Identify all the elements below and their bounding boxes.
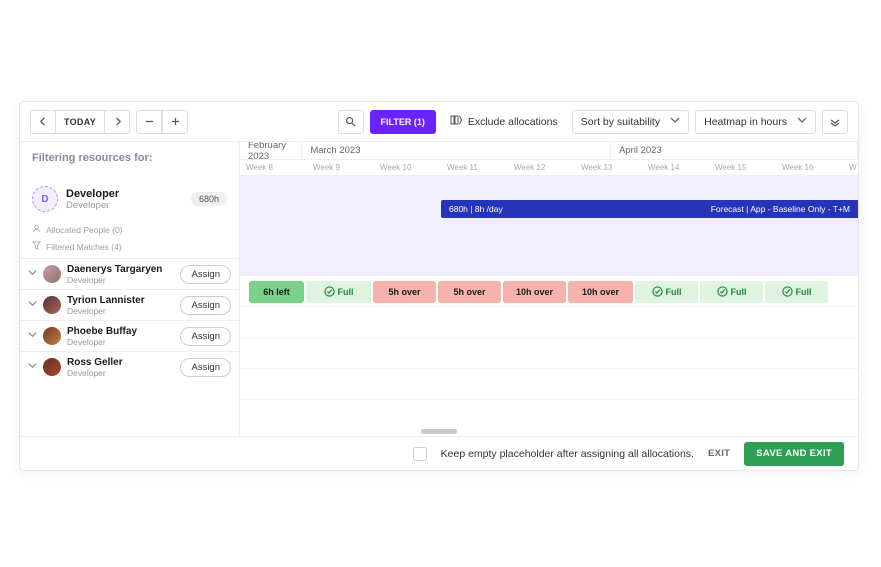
resource-row: Daenerys Targaryen Developer Assign — [20, 258, 239, 289]
search-button[interactable] — [338, 110, 364, 134]
expand-icon[interactable] — [28, 361, 37, 373]
expand-icon[interactable] — [28, 330, 37, 342]
check-circle-icon — [324, 286, 338, 299]
zoom-nav — [136, 110, 188, 134]
resource-name: Daenerys Targaryen — [67, 264, 162, 275]
resource-row: Ross Geller Developer Assign — [20, 351, 239, 382]
expand-icon[interactable] — [28, 268, 37, 280]
week-header: Week 14 — [642, 160, 709, 175]
avatar — [43, 265, 61, 283]
filtered-matches-row[interactable]: Filtered Matches (4) — [20, 241, 239, 258]
week-header: Week 8 — [240, 160, 307, 175]
chevron-down-icon — [797, 115, 807, 128]
date-nav: TODAY — [30, 110, 130, 134]
zoom-in-button[interactable] — [162, 110, 188, 134]
heatmap-cell[interactable]: Full — [635, 281, 698, 303]
keep-placeholder-label: Keep empty placeholder after assigning a… — [441, 448, 694, 460]
expand-button[interactable] — [822, 110, 848, 134]
scroll-handle[interactable] — [421, 429, 457, 434]
assign-button[interactable]: Assign — [180, 265, 231, 284]
sort-select[interactable]: Sort by suitability — [572, 110, 689, 134]
month-header: March 2023 — [302, 142, 611, 159]
people-icon — [32, 224, 41, 235]
resource-name: Ross Geller — [67, 357, 123, 368]
role-card: D Developer Developer 680h — [20, 174, 239, 224]
role-lane: 680h | 8h /day Forecast | App - Baseline… — [240, 176, 858, 276]
zoom-out-button[interactable] — [136, 110, 162, 134]
resource-role: Developer — [67, 275, 162, 285]
week-header: Week 11 — [441, 160, 508, 175]
avatar — [43, 327, 61, 345]
role-name: Developer — [66, 188, 119, 200]
assign-button[interactable]: Assign — [180, 358, 231, 377]
columns-icon — [450, 114, 462, 129]
avatar — [43, 296, 61, 314]
exclude-label: Exclude allocations — [468, 116, 558, 128]
toolbar: TODAY FILTER (1) Exclude allocations Sor… — [20, 102, 858, 142]
role-hours-badge: 680h — [191, 192, 227, 206]
resource-role: Developer — [67, 306, 145, 316]
allocation-right-label: Forecast | App - Baseline Only - T+M — [711, 204, 850, 214]
keep-placeholder-checkbox[interactable] — [413, 447, 427, 461]
month-header: February 2023 — [240, 142, 302, 159]
resource-name: Phoebe Buffay — [67, 326, 137, 337]
heatmap-cell[interactable]: 6h left — [249, 281, 304, 303]
resource-lane: 5h left5h left30h left30h left15h left15… — [240, 338, 858, 369]
sort-label: Sort by suitability — [581, 116, 660, 128]
avatar — [43, 358, 61, 376]
check-circle-icon — [652, 286, 666, 299]
week-header: Week 10 — [374, 160, 441, 175]
resource-row: Phoebe Buffay Developer Assign — [20, 320, 239, 351]
resource-role: Developer — [67, 337, 137, 347]
chevron-down-icon — [670, 115, 680, 128]
resource-lane: 6h leftFull5h over5h over10h over10h ove… — [240, 369, 858, 400]
week-header: Week 13 — [575, 160, 642, 175]
heatmap-cell[interactable]: Full — [700, 281, 763, 303]
week-header: Week 16 — [776, 160, 843, 175]
week-header: Week 12 — [508, 160, 575, 175]
filter-icon — [32, 241, 41, 252]
sidebar-title: Filtering resources for: — [20, 142, 239, 174]
assign-button[interactable]: Assign — [180, 327, 231, 346]
next-button[interactable] — [104, 110, 130, 134]
allocation-bar[interactable]: 680h | 8h /day Forecast | App - Baseline… — [441, 200, 858, 218]
timeline-grid[interactable]: February 2023March 2023April 2023 Week 8… — [240, 142, 858, 436]
week-header: Week 15 — [709, 160, 776, 175]
footer: Keep empty placeholder after assigning a… — [20, 436, 858, 470]
role-avatar: D — [32, 186, 58, 212]
allocated-people-row[interactable]: Allocated People (0) — [20, 224, 239, 241]
heatmap-select[interactable]: Heatmap in hours — [695, 110, 816, 134]
resource-lane: 30h left10h left0h left0h left0h left10h… — [240, 307, 858, 338]
allocation-left-label: 680h | 8h /day — [449, 204, 503, 214]
resource-row: Tyrion Lannister Developer Assign — [20, 289, 239, 320]
heatmap-cell[interactable]: 10h over — [503, 281, 566, 303]
month-header: April 2023 — [611, 142, 858, 159]
expand-icon[interactable] — [28, 299, 37, 311]
heatmap-cell[interactable]: 5h over — [438, 281, 501, 303]
heatmap-label: Heatmap in hours — [704, 116, 787, 128]
prev-button[interactable] — [30, 110, 56, 134]
week-header: Week 9 — [307, 160, 374, 175]
save-and-exit-button[interactable]: SAVE AND EXIT — [744, 442, 844, 466]
resource-role: Developer — [67, 368, 123, 378]
sidebar: Filtering resources for: D Developer Dev… — [20, 142, 240, 436]
exit-button[interactable]: EXIT — [708, 448, 730, 459]
resource-panel: TODAY FILTER (1) Exclude allocations Sor… — [19, 101, 859, 471]
check-circle-icon — [717, 286, 731, 299]
today-button[interactable]: TODAY — [56, 110, 104, 134]
role-subtitle: Developer — [66, 200, 119, 211]
heatmap-cell[interactable]: 10h over — [568, 281, 633, 303]
check-circle-icon — [782, 286, 796, 299]
heatmap-cell[interactable]: Full — [306, 281, 371, 303]
filter-button[interactable]: FILTER (1) — [370, 110, 436, 134]
assign-button[interactable]: Assign — [180, 296, 231, 315]
heatmap-cell[interactable]: Full — [765, 281, 828, 303]
exclude-toggle[interactable]: Exclude allocations — [450, 114, 558, 129]
heatmap-cell[interactable]: 5h over — [373, 281, 436, 303]
week-header: W — [843, 160, 858, 175]
resource-name: Tyrion Lannister — [67, 295, 145, 306]
